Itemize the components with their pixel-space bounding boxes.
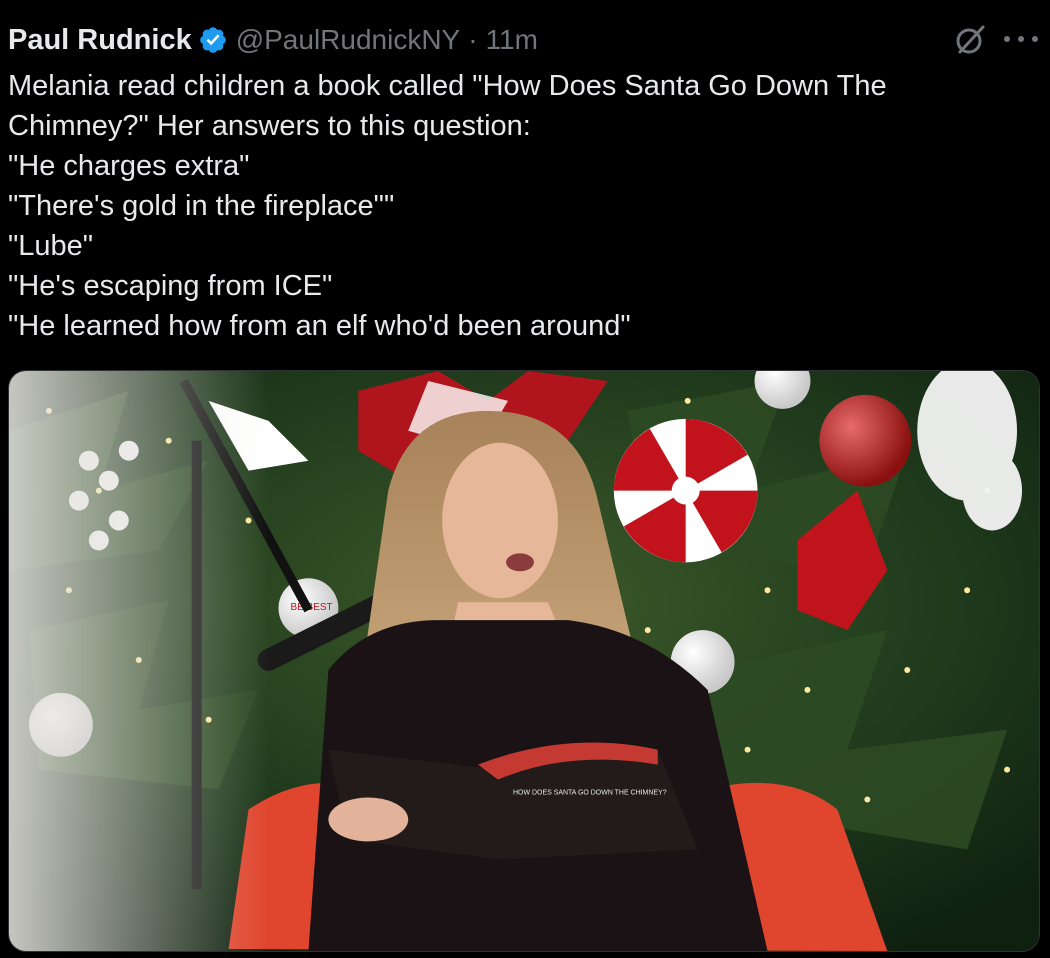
book-title: HOW DOES SANTA GO DOWN THE CHIMNEY? [513,790,667,797]
author-handle[interactable]: @PaulRudnickNY [236,24,461,56]
peppermint-ornament [613,418,758,563]
more-dot-icon [1018,36,1024,42]
foreground-blur [9,371,269,951]
separator-dot: · [468,24,478,55]
tweet-text-line: "He charges extra" [8,150,250,182]
tweet-timestamp[interactable]: 11m [486,24,538,56]
tweet-text-line: "He's escaping from ICE" [8,270,333,302]
verified-badge-icon[interactable] [198,25,228,55]
grok-icon[interactable] [952,22,988,58]
tweet-text-line: "Lube" [8,230,94,262]
tweet-photo[interactable]: BE BEST HOW DOES SANTA GO DOWN THE CHIMN… [8,370,1040,952]
tweet-header: Paul Rudnick @PaulRudnickNY · 11m [8,20,538,60]
more-dot-icon [1004,36,1010,42]
tweet[interactable]: Paul Rudnick @PaulRudnickNY · 11m Melani… [0,0,1050,958]
hand [328,797,409,842]
photo-illustration: BE BEST HOW DOES SANTA GO DOWN THE CHIMN… [9,371,1039,951]
tweet-text: Melania read children a book called "How… [8,66,1038,346]
tweet-text-line: "There's gold in the fireplace"" [8,190,395,222]
author-display-name[interactable]: Paul Rudnick [8,24,192,57]
more-options-icon[interactable] [1004,24,1038,54]
tweet-text-line: Melania read children a book called "How… [8,70,887,102]
more-dot-icon [1032,36,1038,42]
tweet-text-line: Chimney?" Her answers to this question: [8,110,531,142]
face [442,442,558,599]
red-ornament [819,394,912,487]
tweet-text-line: "He learned how from an elf who'd been a… [8,310,631,342]
